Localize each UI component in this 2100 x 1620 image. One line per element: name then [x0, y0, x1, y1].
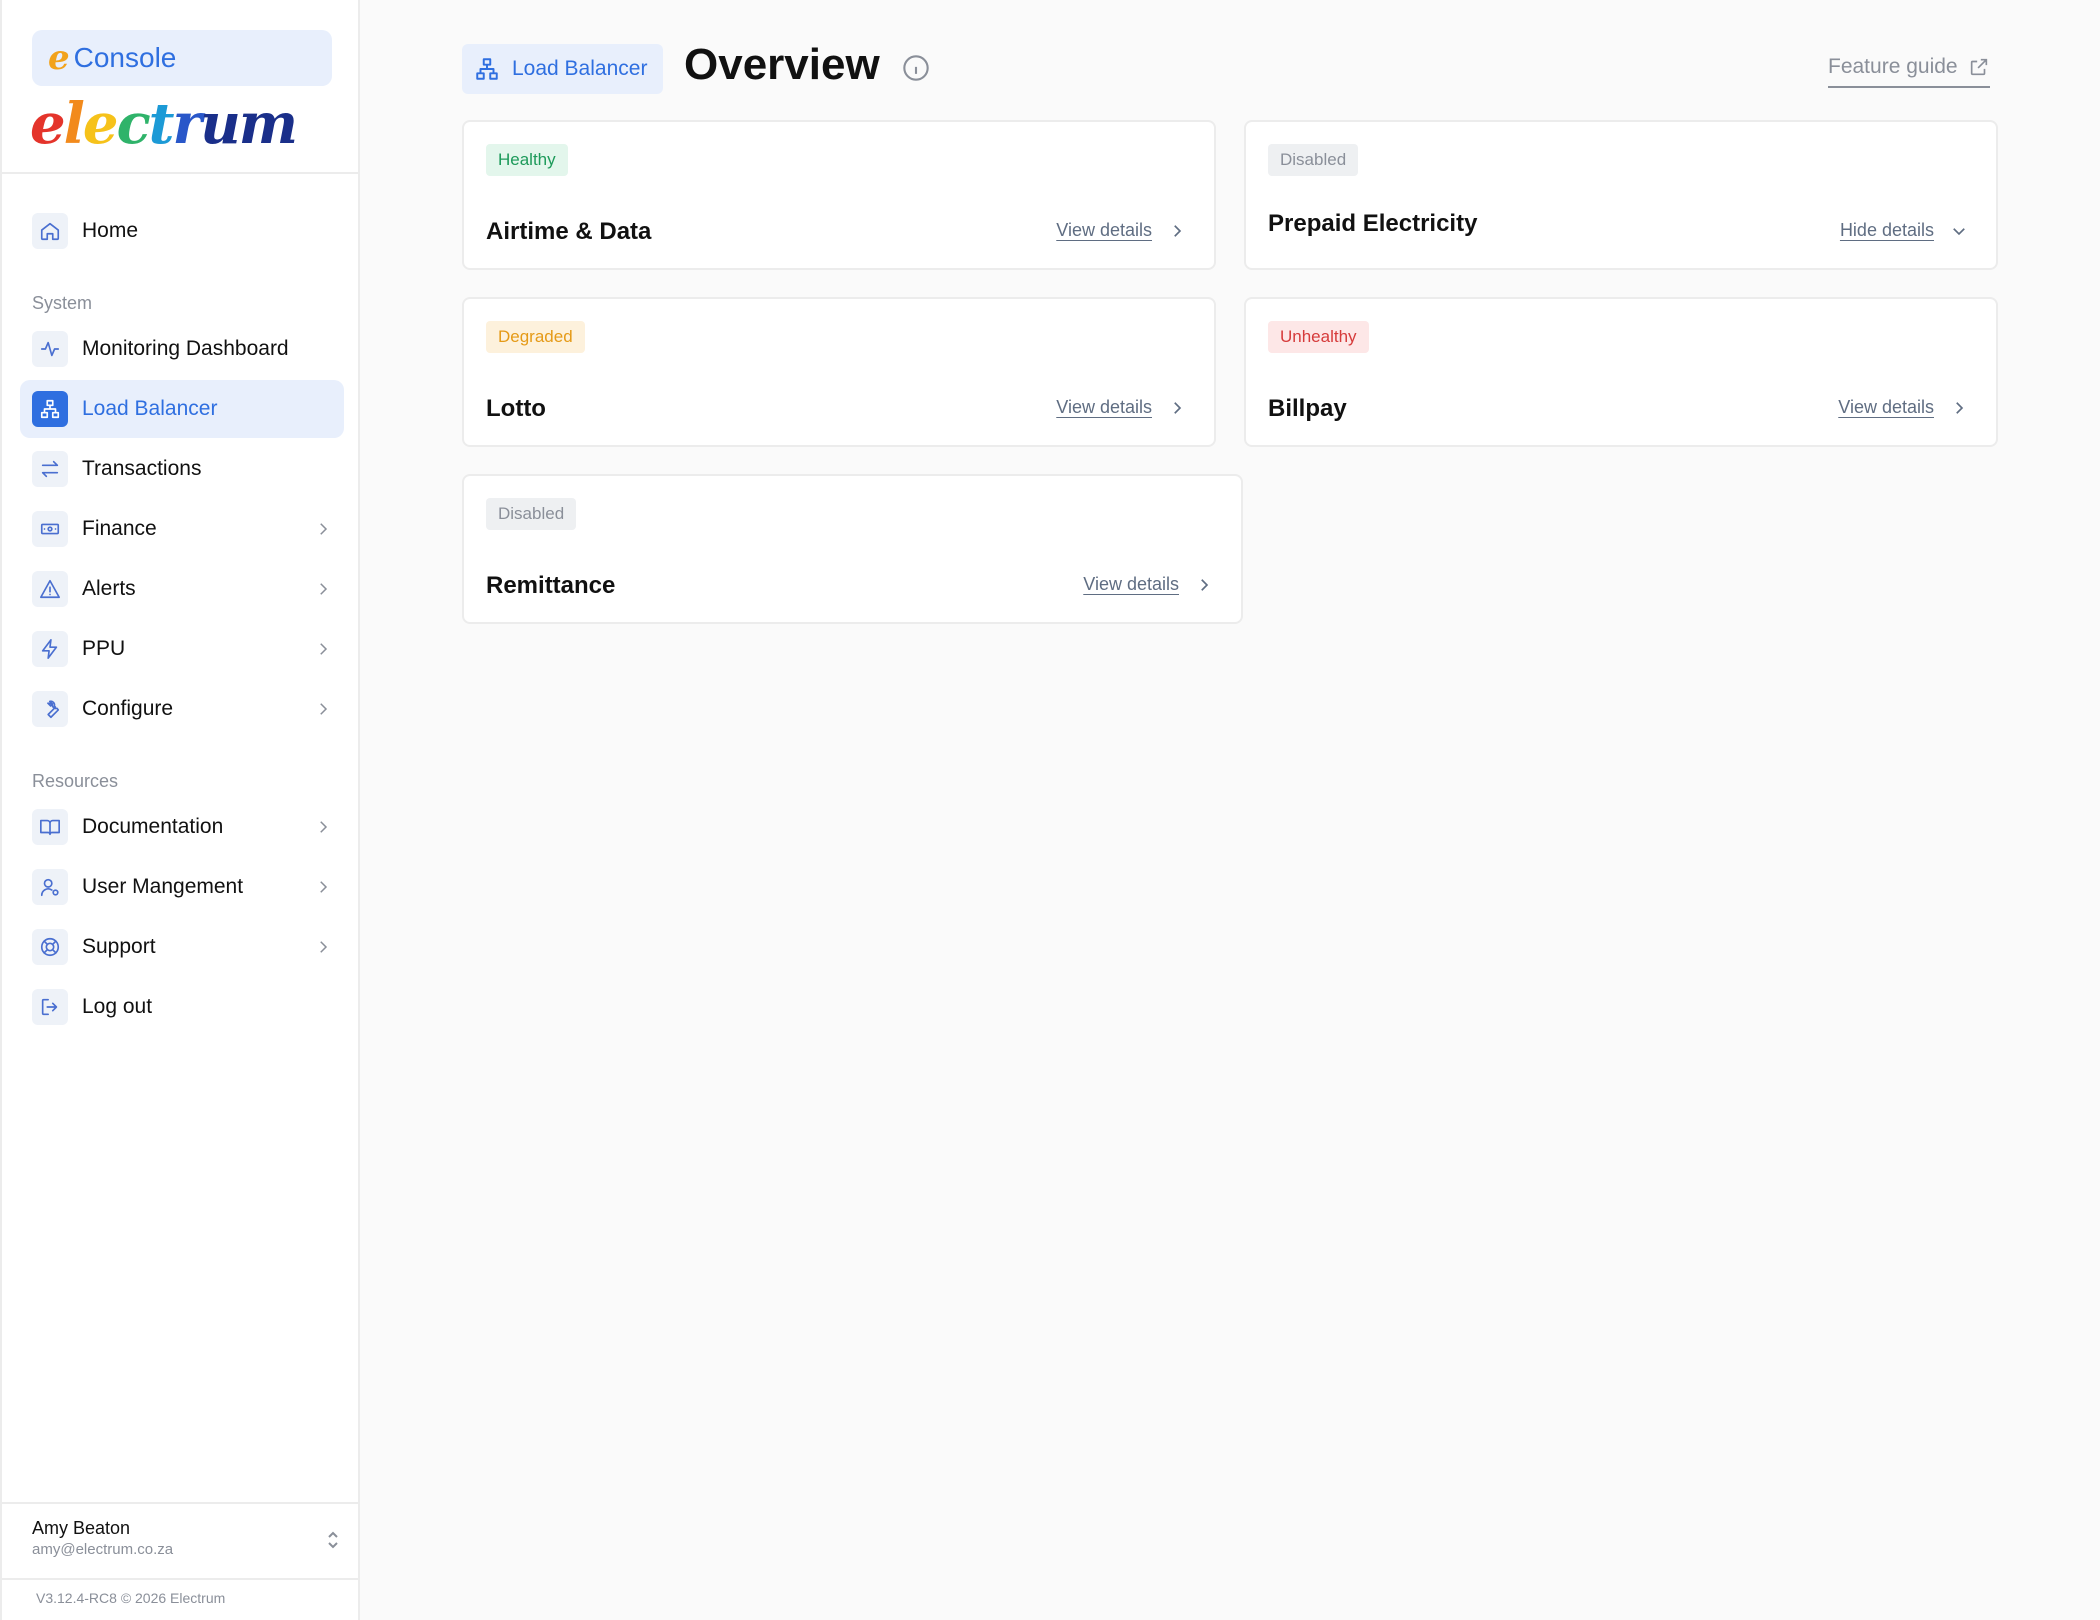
- user-name: Amy Beaton: [32, 1518, 131, 1538]
- card-title: Remittance: [486, 572, 616, 599]
- sidebar-item-configure[interactable]: Configure: [20, 680, 344, 738]
- sidebar-item-log-out[interactable]: Log out: [20, 978, 344, 1036]
- view-details-button[interactable]: View details: [1056, 397, 1186, 418]
- feature-guide-link[interactable]: Feature guide: [1828, 52, 1990, 88]
- page-title: Overview: [684, 40, 880, 89]
- chevron-right-icon: [1201, 578, 1209, 591]
- feature-guide-label: Feature guide: [1828, 55, 1958, 78]
- sidebar-item-label: Documentation: [82, 815, 224, 838]
- chevron-right-icon: [314, 520, 332, 538]
- electrum-logo: electrum: [30, 91, 298, 157]
- sidebar-divider: [2, 1502, 360, 1504]
- service-card-remittance: Disabled Remittance View details: [462, 474, 1243, 624]
- service-card-lotto: Degraded Lotto View details: [462, 297, 1216, 447]
- user-email: amy@electrum.co.za: [32, 1541, 174, 1558]
- activity-icon: [32, 331, 68, 367]
- chevron-right-icon: [314, 640, 332, 658]
- sidebar-divider: [2, 1578, 360, 1580]
- service-card-airtime-data: Healthy Airtime & Data View details: [462, 120, 1216, 270]
- breadcrumb-label: Load Balancer: [512, 57, 648, 80]
- logout-icon: [32, 989, 68, 1025]
- chevron-right-icon: [314, 878, 332, 896]
- sidebar-item-transactions[interactable]: Transactions: [20, 440, 344, 498]
- card-title: Lotto: [486, 395, 546, 422]
- sidebar-item-label: User Mangement: [82, 875, 244, 898]
- sidebar-item-home[interactable]: Home: [20, 202, 344, 260]
- console-label: Console: [73, 42, 177, 73]
- card-title: Prepaid Electricity: [1268, 210, 1478, 237]
- sidebar-item-label: Load Balancer: [82, 397, 218, 420]
- service-card-prepaid-electricity: Disabled Prepaid Electricity Hide detail…: [1244, 120, 1998, 270]
- info-icon[interactable]: [902, 54, 930, 82]
- chevron-right-icon: [1174, 401, 1182, 414]
- card-link-label: View details: [1838, 397, 1934, 417]
- sidebar-item-alerts[interactable]: Alerts: [20, 560, 344, 618]
- sidebar-item-label: Transactions: [82, 457, 202, 480]
- sidebar-item-label: PPU: [82, 637, 126, 660]
- external-link-icon: [1970, 58, 1987, 76]
- sidebar-item-load-balancer[interactable]: Load Balancer: [20, 380, 344, 438]
- sidebar-nav: Home System Monitoring Dashboard Load Ba…: [20, 202, 344, 1038]
- view-details-button[interactable]: View details: [1083, 574, 1213, 595]
- card-link-label: View details: [1056, 220, 1152, 240]
- console-brand-button[interactable]: e Console: [32, 30, 332, 86]
- home-icon: [32, 213, 68, 249]
- user-cog-icon: [32, 869, 68, 905]
- wrench-icon: [32, 691, 68, 727]
- chevron-right-icon: [314, 700, 332, 718]
- status-badge: Unhealthy: [1268, 321, 1369, 353]
- sidebar-item-support[interactable]: Support: [20, 918, 344, 976]
- sidebar-item-label: Alerts: [82, 577, 136, 600]
- chevron-right-icon: [1956, 401, 1964, 414]
- sidebar-item-label: Home: [82, 219, 139, 242]
- user-account-switcher[interactable]: Amy Beaton amy@electrum.co.za: [32, 1518, 342, 1558]
- book-icon: [32, 809, 68, 845]
- card-link-label: Hide details: [1839, 220, 1934, 240]
- hide-details-button[interactable]: Hide details: [1840, 220, 1968, 241]
- sidebar-item-label: Finance: [82, 517, 157, 540]
- banknote-icon: [32, 511, 68, 547]
- sidebar-item-label: Configure: [82, 697, 174, 720]
- card-link-label: View details: [1083, 574, 1179, 594]
- status-badge: Degraded: [486, 321, 585, 353]
- chevron-up-down-icon[interactable]: [324, 1528, 342, 1552]
- card-link-label: View details: [1056, 397, 1152, 417]
- sidebar-item-monitoring-dashboard[interactable]: Monitoring Dashboard: [20, 320, 344, 378]
- service-card-billpay: Unhealthy Billpay View details: [1244, 297, 1998, 447]
- card-title: Billpay: [1268, 395, 1347, 422]
- sidebar-item-documentation[interactable]: Documentation: [20, 798, 344, 856]
- breadcrumb-load-balancer[interactable]: Load Balancer: [462, 44, 664, 94]
- section-label-resources: Resources: [32, 771, 119, 791]
- transfer-icon: [32, 451, 68, 487]
- status-badge: Healthy: [486, 144, 568, 176]
- card-title: Airtime & Data: [486, 218, 652, 245]
- chevron-right-icon: [314, 818, 332, 836]
- section-label-system: System: [32, 293, 93, 313]
- network-icon: [32, 391, 68, 427]
- chevron-down-icon: [1953, 227, 1965, 235]
- view-details-button[interactable]: View details: [1838, 397, 1968, 418]
- version-footer: V3.12.4-RC8 © 2026 Electrum: [36, 1590, 226, 1606]
- sidebar-divider: [2, 172, 360, 174]
- alert-triangle-icon: [32, 571, 68, 607]
- sidebar-item-user-management[interactable]: User Mangement: [20, 858, 344, 916]
- lifebuoy-icon: [32, 929, 68, 965]
- chevron-right-icon: [314, 580, 332, 598]
- electrum-e-logo-icon: e: [48, 38, 70, 78]
- status-badge: Disabled: [1268, 144, 1359, 176]
- chevron-right-icon: [314, 938, 332, 956]
- lightning-icon: [32, 631, 68, 667]
- sidebar-item-label: Log out: [82, 995, 153, 1018]
- status-badge: Disabled: [486, 498, 577, 530]
- sidebar-item-label: Support: [82, 935, 156, 958]
- sidebar-item-label: Monitoring Dashboard: [82, 337, 289, 360]
- view-details-button[interactable]: View details: [1056, 220, 1186, 241]
- sidebar-item-finance[interactable]: Finance: [20, 500, 344, 558]
- network-icon: [476, 58, 498, 80]
- sidebar: e Console electrum Home System Monitorin…: [0, 0, 360, 1620]
- chevron-right-icon: [1174, 224, 1182, 237]
- sidebar-item-ppu[interactable]: PPU: [20, 620, 344, 678]
